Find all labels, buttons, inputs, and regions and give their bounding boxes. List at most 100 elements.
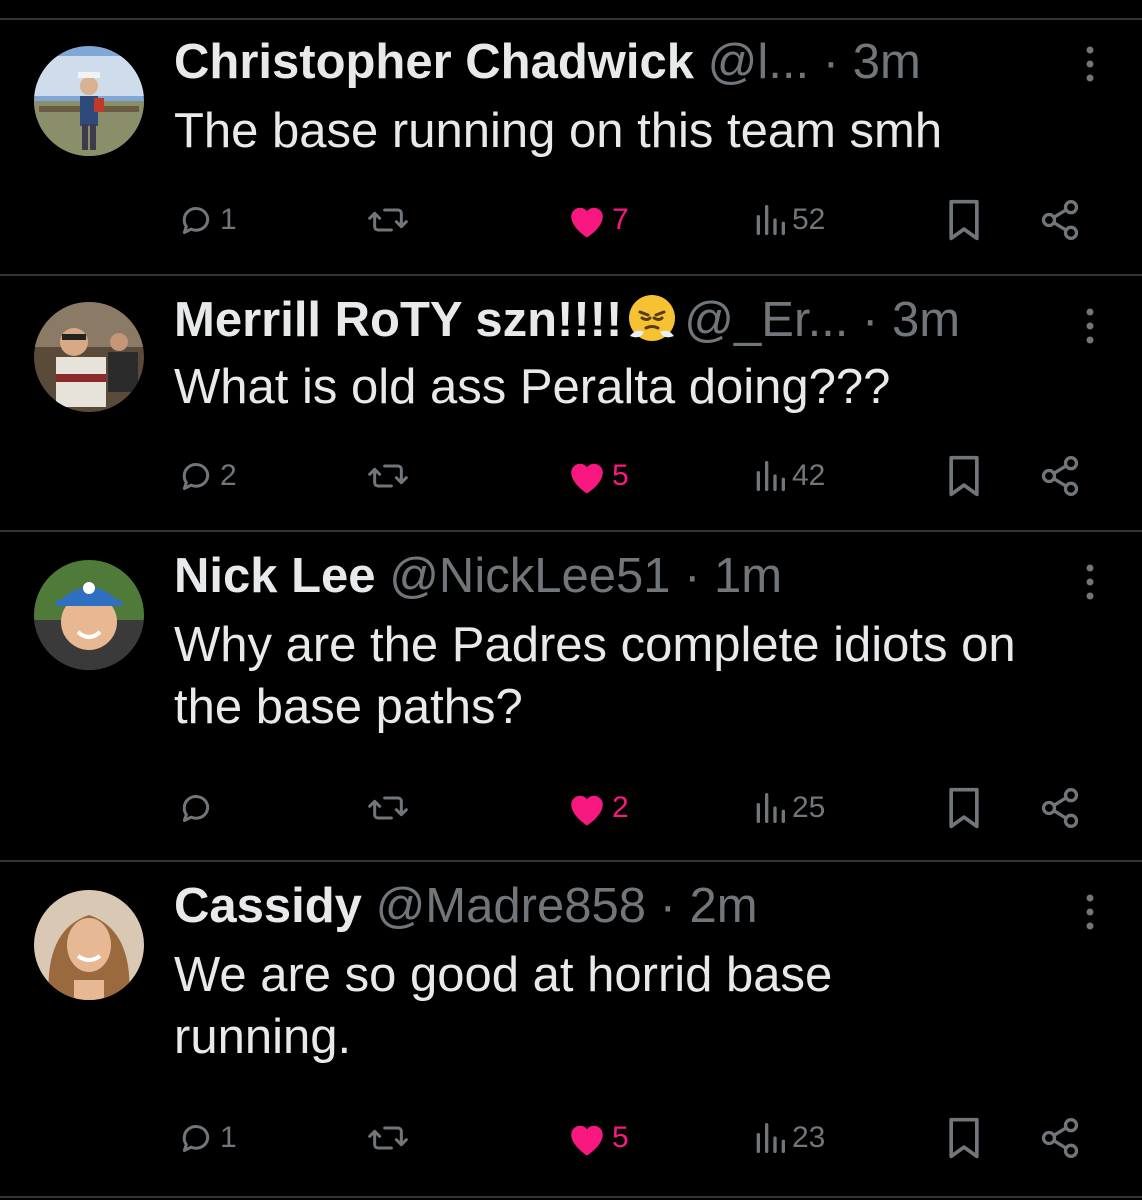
tweet[interactable]: Merrill RoTY szn!!!! @_Er... · 3m What is… <box>0 276 1142 530</box>
heart-icon <box>571 463 603 494</box>
reply-icon <box>182 795 210 822</box>
tweet-header: Nick Lee @NickLee51 · 1m <box>174 546 1072 606</box>
share-icon <box>1041 1118 1079 1158</box>
views-button[interactable]: 42 <box>752 452 825 500</box>
heart-icon <box>571 795 603 826</box>
view-count: 42 <box>792 459 826 492</box>
share-button[interactable] <box>1038 1114 1082 1162</box>
tweet-text: We are so good at horrid base running. <box>174 948 833 1064</box>
avatar[interactable] <box>34 560 144 670</box>
retweet-button[interactable] <box>366 784 410 832</box>
views-button[interactable]: 23 <box>752 1114 825 1162</box>
views-button[interactable]: 52 <box>752 196 825 244</box>
retweet-icon <box>368 796 408 820</box>
like-button[interactable]: 5 <box>566 1114 629 1162</box>
more-vertical-icon[interactable] <box>1078 562 1102 602</box>
reply-button[interactable]: 1 <box>176 196 237 244</box>
tweet-header: Cassidy @Madre858 · 2m <box>174 876 1072 936</box>
views-icon <box>756 461 785 491</box>
avatar[interactable] <box>34 302 144 412</box>
like-button[interactable]: 5 <box>566 452 629 500</box>
display-name[interactable]: Nick Lee <box>174 549 376 603</box>
reply-button[interactable]: 1 <box>176 1114 237 1162</box>
share-button[interactable] <box>1038 196 1082 244</box>
bookmark-icon <box>949 1117 979 1159</box>
share-button[interactable] <box>1038 452 1082 500</box>
views-button[interactable]: 25 <box>752 784 825 832</box>
display-name[interactable]: Merrill RoTY szn!!!! <box>174 293 622 347</box>
bookmark-icon <box>949 199 979 241</box>
retweet-icon <box>368 208 408 232</box>
tweet[interactable]: Cassidy @Madre858 · 2m We are so good at… <box>0 862 1142 1198</box>
timestamp[interactable]: 3m <box>853 35 921 89</box>
retweet-icon <box>368 1126 408 1150</box>
share-button[interactable] <box>1038 784 1082 832</box>
heart-icon <box>571 1125 603 1156</box>
user-handle[interactable]: @l... <box>708 35 809 89</box>
view-count: 52 <box>792 203 826 236</box>
tweet-header: Merrill RoTY szn!!!! @_Er... · 3m <box>174 290 1072 350</box>
display-name[interactable]: Christopher Chadwick <box>174 35 694 89</box>
retweet-icon <box>368 464 408 488</box>
like-count: 5 <box>612 459 629 492</box>
face-with-steam-from-nose-icon <box>626 292 678 344</box>
tweet[interactable]: Nick Lee @NickLee51 · 1m Why are the Pad… <box>0 532 1142 860</box>
tweet[interactable]: Christopher Chadwick @l... · 3m The base… <box>0 20 1142 274</box>
timestamp[interactable]: 3m <box>892 293 960 347</box>
bookmark-button[interactable] <box>944 452 984 500</box>
tweet-actions: 1 7 52 <box>0 196 1142 244</box>
share-icon <box>1041 456 1079 496</box>
user-handle[interactable]: @_Er... <box>684 293 848 347</box>
more-vertical-icon[interactable] <box>1078 44 1102 84</box>
reply-count: 2 <box>220 459 237 492</box>
bookmark-button[interactable] <box>944 1114 984 1162</box>
tweet-actions: 2 25 <box>0 784 1142 832</box>
separator: · <box>862 293 879 347</box>
like-button[interactable]: 2 <box>566 784 629 832</box>
user-handle[interactable]: @NickLee51 <box>389 549 670 603</box>
timestamp[interactable]: 1m <box>714 549 782 603</box>
avatar[interactable] <box>34 46 144 156</box>
tweet-text: Why are the Padres complete idiots on th… <box>174 618 1016 734</box>
views-icon <box>756 205 785 235</box>
views-icon <box>756 793 785 823</box>
bookmark-button[interactable] <box>944 784 984 832</box>
bookmark-icon <box>949 455 979 497</box>
retweet-button[interactable] <box>366 1114 410 1162</box>
more-vertical-icon[interactable] <box>1078 306 1102 346</box>
like-count: 5 <box>612 1121 629 1154</box>
share-icon <box>1041 200 1079 240</box>
reply-icon <box>182 1125 210 1152</box>
tweet-text: The base running on this team smh <box>174 104 943 158</box>
tweet-header: Christopher Chadwick @l... · 3m <box>174 32 1072 92</box>
tweet-actions: 1 5 23 <box>0 1114 1142 1162</box>
like-count: 7 <box>612 203 629 236</box>
reply-count: 1 <box>220 203 237 236</box>
reply-icon <box>182 207 210 234</box>
separator: · <box>822 35 840 89</box>
reply-count: 1 <box>220 1121 237 1154</box>
separator: · <box>684 549 701 603</box>
bookmark-icon <box>949 787 979 829</box>
user-handle[interactable]: @Madre858 <box>376 879 646 933</box>
separator: · <box>659 879 676 933</box>
reply-icon <box>182 463 210 490</box>
view-count: 25 <box>792 791 826 824</box>
tweet-text: What is old ass Peralta doing??? <box>174 360 891 414</box>
more-vertical-icon[interactable] <box>1078 892 1102 932</box>
retweet-button[interactable] <box>366 196 410 244</box>
reply-button[interactable] <box>176 784 220 832</box>
like-button[interactable]: 7 <box>566 196 629 244</box>
retweet-button[interactable] <box>366 452 410 500</box>
views-icon <box>756 1123 785 1153</box>
heart-icon <box>571 207 603 238</box>
share-icon <box>1041 788 1079 828</box>
tweet-actions: 2 5 42 <box>0 452 1142 500</box>
view-count: 23 <box>792 1121 826 1154</box>
timestamp[interactable]: 2m <box>690 879 758 933</box>
divider <box>0 1196 1142 1198</box>
display-name[interactable]: Cassidy <box>174 879 362 933</box>
bookmark-button[interactable] <box>944 196 984 244</box>
avatar[interactable] <box>34 890 144 1000</box>
reply-button[interactable]: 2 <box>176 452 237 500</box>
